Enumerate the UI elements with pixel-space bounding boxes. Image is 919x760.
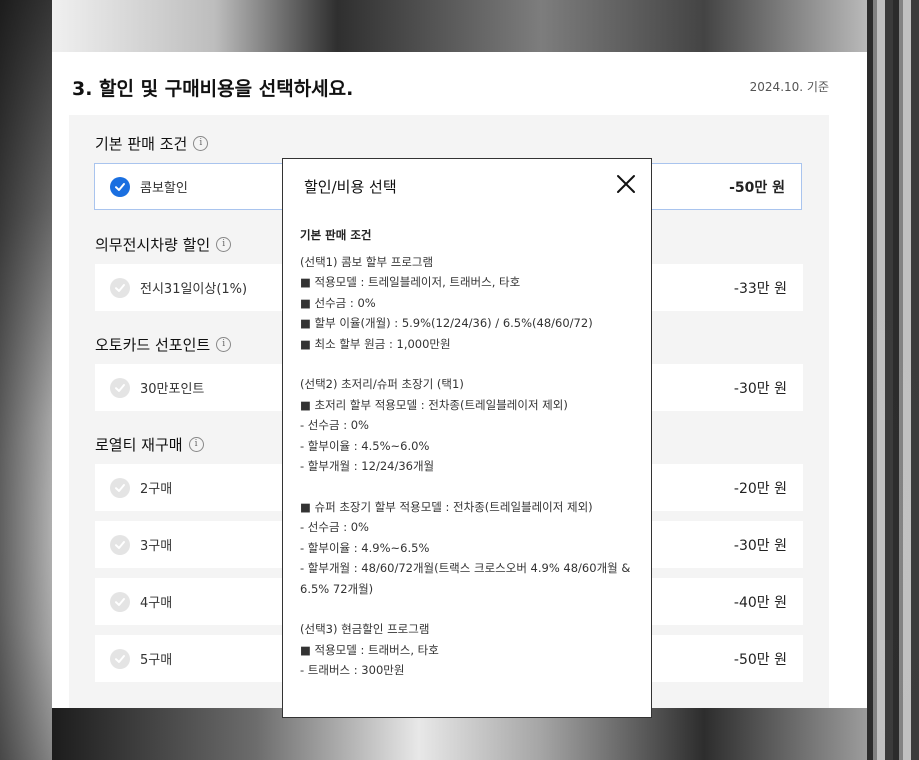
modal-line: ■ 적용모델 : 트레일블레이저, 트래버스, 타호 [300,275,521,289]
check-icon [110,591,130,612]
check-icon [110,648,130,669]
basis-date: 2024.10. 기준 [749,80,829,94]
info-icon[interactable]: i [193,136,209,151]
modal-body: 기본 판매 조건 (선택1) 콤보 할부 프로그램 ■ 적용모델 : 트레일블레… [300,225,637,681]
modal-line: ■ 할부 이율(개월) : 5.9%(12/24/36) / 6.5%(48/6… [300,316,593,330]
modal-line: ■ 슈퍼 초장기 할부 적용모델 : 전차종(트레일블레이저 제외) [300,499,593,514]
check-icon [110,277,130,298]
background-photo-top [52,0,867,52]
modal-spacer [300,354,637,374]
modal-line: - 선수금 : 0% [300,418,369,432]
modal-title: 할인/비용 선택 [304,178,397,196]
modal-line: (선택3) 현금할인 프로그램 [300,622,430,636]
option-label: 전시31일이상(1%) [140,282,248,297]
modal-section-heading: 기본 판매 조건 [300,228,372,242]
modal-line: - 트래버스 : 300만원 [300,663,405,677]
info-icon[interactable]: i [216,337,232,352]
option-amount: -30만 원 [733,380,787,397]
modal-line: - 할부이율 : 4.5%~6.0% [300,438,430,453]
modal-line: - 선수금 : 0% [300,520,369,534]
group-label-basic: 기본 판매 조건 i [95,133,209,154]
option-label: 콤보할인 [140,181,188,196]
option-label: 30만포인트 [140,382,205,397]
option-amount: -50만 원 [729,179,785,196]
modal-line: - 할부이율 : 4.9%~6.5% [300,540,430,555]
info-icon[interactable]: i [188,437,204,452]
modal-line: ■ 최소 할부 원금 : 1,000만원 [300,336,451,351]
group-label-text: 의무전시차량 할인 [95,236,211,254]
group-label-text: 로열티 재구매 [95,436,183,454]
discount-info-modal: 할인/비용 선택 기본 판매 조건 (선택1) 콤보 할부 프로그램 ■ 적용모… [282,158,652,718]
option-label: 3구매 [140,539,173,554]
modal-spacer [300,599,637,619]
group-label-text: 오토카드 선포인트 [95,336,211,354]
page-title: 3. 할인 및 구매비용을 선택하세요. [72,78,354,100]
modal-line: ■ 적용모델 : 트래버스, 타호 [300,642,439,657]
modal-line: - 할부개월 : 12/24/36개월 [300,459,435,473]
modal-line: - 할부개월 : 48/60/72개월(트랙스 크로스오버 4.9% 48/60… [300,561,631,596]
option-amount: -30만 원 [733,537,787,554]
info-icon[interactable]: i [216,237,232,252]
check-icon [110,477,130,498]
group-label-loyalty: 로열티 재구매 i [95,434,204,455]
modal-line: (선택2) 초저리/슈퍼 초장기 (택1) [300,377,464,391]
option-amount: -20만 원 [733,480,787,497]
group-label-text: 기본 판매 조건 [95,135,188,153]
group-label-display-car: 의무전시차량 할인 i [95,234,232,255]
modal-line: ■ 선수금 : 0% [300,295,376,310]
modal-line: (선택1) 콤보 할부 프로그램 [300,254,434,269]
check-icon [110,377,130,398]
option-amount: -40만 원 [733,594,787,611]
background-photo-right [867,0,919,760]
option-amount: -50만 원 [733,651,787,668]
check-icon [110,534,130,555]
option-label: 2구매 [140,482,173,497]
check-icon [110,176,130,197]
option-label: 4구매 [140,596,173,611]
option-label: 5구매 [140,653,173,668]
close-icon[interactable] [615,173,637,195]
modal-spacer [300,477,637,497]
option-amount: -33만 원 [733,280,787,297]
group-label-autocard: 오토카드 선포인트 i [95,334,232,355]
modal-line: ■ 초저리 할부 적용모델 : 전차종(트레일블레이저 제외) [300,397,568,412]
